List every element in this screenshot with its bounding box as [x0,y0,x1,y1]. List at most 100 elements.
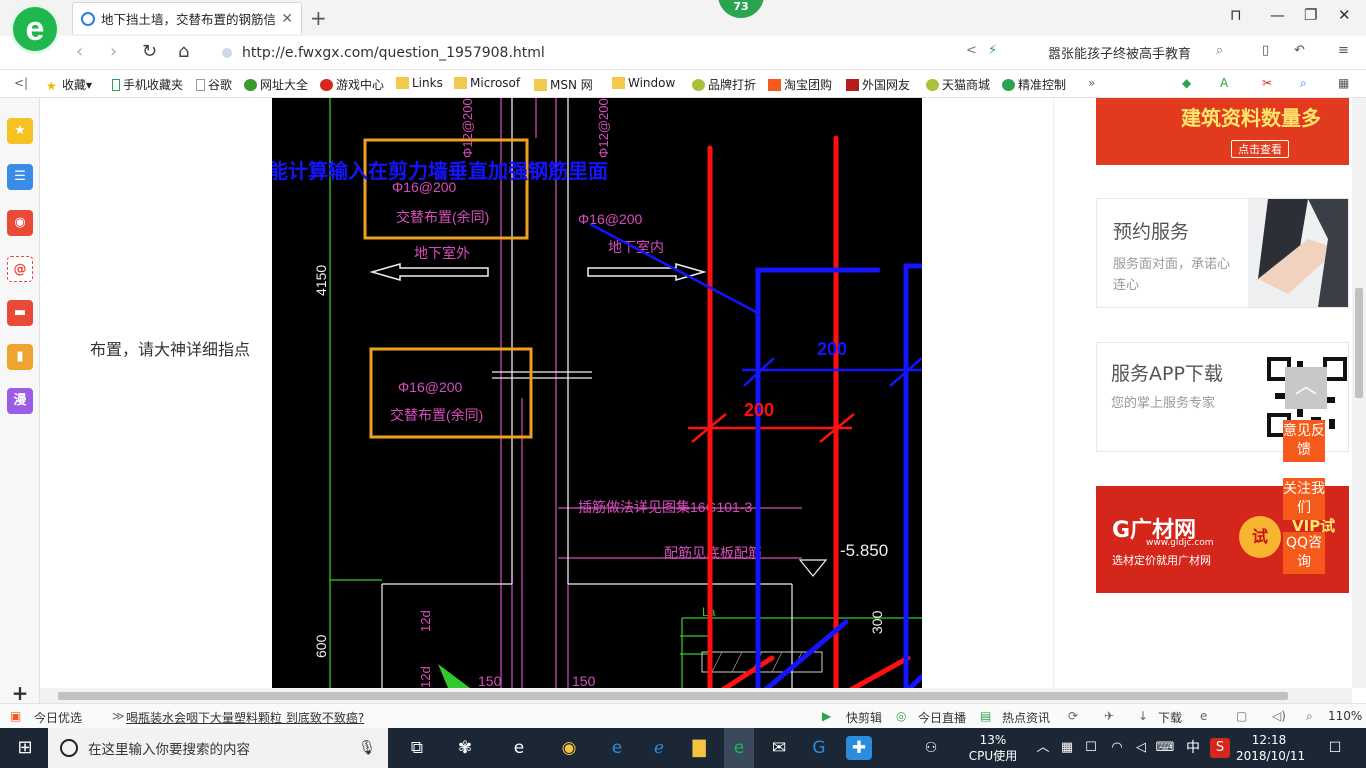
hot-news[interactable]: 热点资讯 [1002,709,1050,726]
menu-icon[interactable]: ≡ [1338,43,1349,58]
scissors-icon[interactable]: ✂ [1262,76,1272,90]
bookmark-microsoft[interactable]: Microsof [454,76,520,90]
ad-appointment-service[interactable]: 预约服务 服务面对面，承诺心连心 [1096,198,1349,308]
tray-chevron-icon[interactable]: ︿ [1030,736,1056,760]
bookmark-mobile[interactable]: 手机收藏夹 [112,76,183,93]
keyboard-layout-icon[interactable]: ▦ [1054,736,1080,760]
quick-cut[interactable]: 快剪辑 [846,709,882,726]
horizontal-scrollbar[interactable] [40,688,1352,703]
today-picks[interactable]: 今日优选 [34,709,82,726]
chrome-like-icon[interactable]: ◉ [556,736,582,760]
taskbar-search[interactable]: 在这里输入你要搜索的内容 🎙 [48,728,388,768]
task-view-icon[interactable]: ⧉ [404,736,430,760]
tab-close-icon[interactable]: ✕ [281,11,293,27]
grid-icon[interactable]: ▦ [1338,76,1349,90]
phone-icon[interactable]: ▯ [1262,43,1269,58]
bookmark-taobao[interactable]: 淘宝团购 [768,76,832,93]
new-tab-button[interactable]: + [310,6,327,30]
shield-icon[interactable]: ◆ [1182,76,1191,90]
weibo-icon[interactable]: ◉ [7,210,33,236]
translate-icon[interactable]: A [1220,76,1228,90]
bookmark-tmall[interactable]: 天猫商城 [926,76,990,93]
bookmark-links[interactable]: Links [396,76,443,90]
back-to-top-button[interactable]: ︿ [1285,367,1327,409]
network-device-icon[interactable]: ☐ [1078,736,1104,760]
bookmark-games[interactable]: 游戏中心 [320,76,384,93]
mail-app-icon[interactable]: ✉ [766,736,792,760]
keyboard-icon[interactable]: ⌨ [1152,736,1178,760]
pin-status-icon[interactable]: ✈ [1104,709,1114,723]
volume-icon[interactable]: ◁) [1272,709,1286,723]
follow-us-button[interactable]: 关注我们 [1283,478,1325,520]
bookmark-windows[interactable]: Window [612,76,675,90]
clock[interactable]: 12:18 2018/10/11 [1236,732,1305,764]
plus-app-icon[interactable]: ✚ [846,736,872,760]
search-icon[interactable]: ⌕ [1216,43,1223,58]
pin-icon[interactable]: ⊓ [1230,6,1242,24]
notification-badge[interactable]: 73 [718,0,764,18]
feedback-button[interactable]: 意见反馈 [1283,420,1325,462]
today-live[interactable]: 今日直播 [918,709,966,726]
file-explorer-icon[interactable]: ▇ [686,736,712,760]
windows-start-icon[interactable]: ⊞ [12,736,38,760]
maximize-button[interactable]: ❐ [1304,6,1317,24]
mobile-icon [112,78,120,91]
ie-icon[interactable]: e [506,736,532,760]
bookmark-msn[interactable]: MSN 网 [534,76,593,93]
magnifier-icon[interactable]: ⌕ [1300,76,1307,91]
bookmark-sites[interactable]: 网址大全 [244,76,308,93]
fan-app-icon[interactable]: ✾ [452,736,478,760]
back-button[interactable]: ‹ [76,41,83,62]
mail-icon[interactable]: @ [7,256,33,282]
bookmarks-toggle-icon[interactable]: <| [14,76,28,90]
gldjc-try-button[interactable]: 试 [1239,516,1281,558]
search-hint[interactable]: 嚣张能孩子终被高手教育 [1048,43,1191,62]
bookmark-brand-sale[interactable]: 品牌打折 [692,76,756,93]
notifications-icon[interactable]: ☐ [1322,736,1348,760]
browser-tab[interactable]: 地下挡土墙，交替布置的钢筋信息 ✕ [72,2,302,34]
qq-consult-button[interactable]: QQ咨询 [1283,532,1325,574]
cpu-monitor[interactable]: 13% CPU使用 [958,732,1028,764]
people-icon[interactable]: ⚇ [918,736,944,760]
sogou-icon[interactable]: S [1210,738,1230,758]
wifi-icon[interactable]: ◠ [1104,736,1130,760]
vertical-scroll-thumb[interactable] [1355,288,1363,398]
gamepad-icon[interactable]: ▬ [7,300,33,326]
share-icon[interactable]: < [966,43,977,58]
internet-explorer-icon[interactable]: ℯ [646,736,672,760]
lightning-icon[interactable]: ⚡ [988,43,997,58]
downloads[interactable]: 下载 [1158,709,1182,726]
forward-button[interactable]: › [110,41,117,62]
speaker-icon[interactable]: ◁ [1128,736,1154,760]
comic-icon[interactable]: 漫 [7,388,33,414]
bookmark-precise[interactable]: 精准控制 [1002,76,1066,93]
url-field[interactable]: http://e.fwxgx.com/question_1957908.html [222,41,1032,65]
home-button[interactable]: ⌂ [178,41,189,62]
sync-icon[interactable]: ⟳ [1068,709,1078,723]
undo-icon[interactable]: ↶ [1294,43,1305,58]
close-button[interactable]: ✕ [1338,6,1351,24]
edge-icon[interactable]: e [604,736,630,760]
bookmark-foreign[interactable]: 外国网友 [846,76,910,93]
window-icon[interactable]: ▢ [1236,709,1247,723]
browser-taskbar-icon[interactable]: e [724,728,754,768]
browser-logo-icon[interactable]: e [10,4,60,54]
favorites-star-icon[interactable]: ★ [7,118,33,144]
bookmark-google[interactable]: 谷歌 [196,76,232,93]
ime-indicator[interactable]: 中 [1180,736,1206,760]
horizontal-scroll-thumb[interactable] [58,692,1288,700]
bookmark-favorites[interactable]: ★ 收藏 ▾ [46,76,92,93]
news-icon[interactable]: ☰ [7,164,33,190]
ie-mode-icon[interactable]: e [1200,709,1207,723]
refresh-button[interactable]: ↻ [142,41,157,62]
more-bookmarks-icon[interactable]: » [1088,76,1095,90]
minimize-button[interactable]: — [1270,6,1285,24]
book-icon[interactable]: ▮ [7,344,33,370]
zoom-level[interactable]: 110% [1328,709,1362,723]
microphone-icon[interactable]: 🎙 [358,740,376,756]
ad-building-materials[interactable]: 建筑资料数量多 点击查看 [1096,98,1349,165]
g-app-icon[interactable]: G [806,736,832,760]
vertical-scrollbar[interactable] [1352,98,1366,688]
ad-top-button[interactable]: 点击查看 [1231,140,1289,158]
news-link[interactable]: 喝瓶装水会咽下大量塑料颗粒 到底致不致癌? [126,709,364,726]
